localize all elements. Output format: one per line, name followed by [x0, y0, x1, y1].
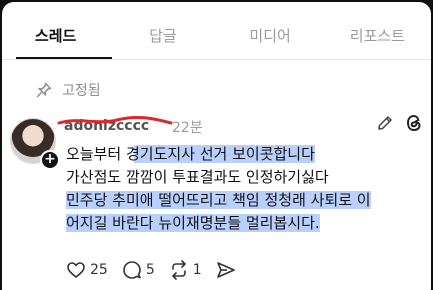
post-line-text: 민주당 추미애 떨어뜨리고 책임 정청래 사퇴로 이: [66, 191, 371, 209]
tab-bar: 스레드 답글 미디어 리포스트: [2, 2, 431, 60]
redaction-scribble: [57, 115, 173, 125]
post-line: 어지길 바란다 뉴이재명분들 멀리봅시다.: [66, 212, 426, 235]
tab-replies[interactable]: 답글: [109, 2, 216, 60]
post-line-text: 가산점도 깜깜이 투표결과도 인정하기싫다: [66, 168, 329, 186]
tab-threads[interactable]: 스레드: [2, 2, 109, 60]
post-line: 오늘부터 경기도지사 선거 보이콧합니다: [66, 143, 426, 166]
threads-profile-screen: 스레드 답글 미디어 리포스트 고정됨 + adonizcccc 22분 오늘부…: [2, 2, 431, 290]
comment-count: 5: [145, 262, 155, 278]
tab-reposts[interactable]: 리포스트: [324, 2, 431, 60]
like-button[interactable]: 25: [66, 260, 108, 280]
repost-count: 1: [192, 262, 202, 278]
heart-icon: [66, 260, 86, 280]
post-line: 가산점도 깜깜이 투표결과도 인정하기싫다: [66, 166, 426, 189]
follow-plus-icon[interactable]: +: [40, 150, 60, 170]
pinned-label: 고정됨: [62, 83, 101, 99]
pin-icon: [36, 82, 52, 98]
send-icon: [216, 260, 236, 280]
post-time: 22분: [172, 120, 203, 136]
post-actions: 25 5 1: [66, 260, 250, 280]
edit-icon[interactable]: [376, 114, 394, 132]
repost-icon: [169, 260, 189, 280]
tab-media[interactable]: 미디어: [217, 2, 324, 60]
post-line-text: 오늘부터 경기도지사 선거 보이콧합니다: [66, 145, 315, 163]
share-button[interactable]: [216, 260, 236, 280]
comment-button[interactable]: 5: [122, 260, 155, 280]
comment-icon: [122, 260, 142, 280]
post-body: 오늘부터 경기도지사 선거 보이콧합니다 가산점도 깜깜이 투표결과도 인정하기…: [66, 143, 426, 235]
tab-divider: [2, 59, 431, 60]
repost-button[interactable]: 1: [169, 260, 202, 280]
like-count: 25: [90, 262, 108, 278]
pinned-indicator: 고정됨: [36, 80, 101, 100]
post-line: 민주당 추미애 떨어뜨리고 책임 정청래 사퇴로 이: [66, 189, 426, 212]
post-line-text: 어지길 바란다 뉴이재명분들 멀리봅시다.: [66, 214, 320, 232]
threads-logo-icon[interactable]: [405, 114, 423, 132]
